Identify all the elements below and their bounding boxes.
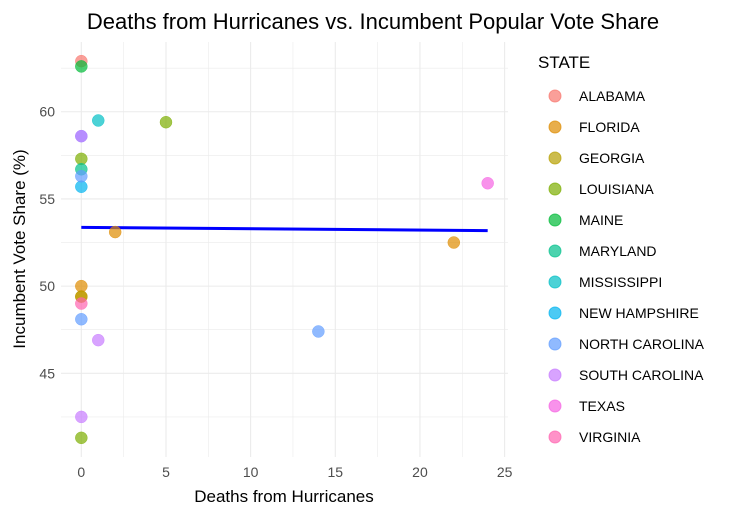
x-tick-label: 10	[243, 464, 259, 480]
data-point	[92, 114, 105, 127]
data-point	[75, 431, 88, 445]
data-point	[75, 180, 88, 193]
data-point	[312, 325, 325, 338]
legend-label: LOUISIANA	[579, 181, 654, 197]
legend-key	[548, 120, 562, 134]
data-point	[75, 170, 88, 183]
data-point	[92, 333, 105, 347]
x-tick-label: 20	[412, 464, 428, 480]
data-point	[447, 236, 461, 249]
legend-key	[548, 275, 562, 289]
legend-key	[548, 151, 562, 165]
y-tick-label: 50	[39, 278, 55, 294]
data-point	[159, 115, 173, 129]
legend-label: SOUTH CAROLINA	[579, 367, 704, 383]
y-axis-ticks: 45 50 55 60	[39, 104, 55, 382]
legend-key	[548, 89, 562, 103]
scatter-chart: Deaths from Hurricanes vs. Incumbent Pop…	[10, 9, 705, 506]
legend-key	[548, 430, 562, 444]
data-point	[75, 312, 88, 326]
x-tick-label: 5	[162, 464, 170, 480]
legend-title: STATE	[538, 53, 590, 72]
legend-label: TEXAS	[579, 398, 625, 414]
data-point	[481, 176, 494, 190]
legend-label: FLORIDA	[579, 119, 640, 135]
x-axis-ticks: 0 5 10 15 20 25	[77, 464, 512, 480]
chart-title: Deaths from Hurricanes vs. Incumbent Pop…	[87, 9, 659, 34]
data-point	[75, 410, 88, 424]
trendline	[81, 225, 488, 233]
legend-key	[548, 399, 562, 413]
grid	[61, 42, 508, 457]
legend-label: GEORGIA	[579, 150, 645, 166]
data-point	[108, 225, 122, 239]
legend-key	[548, 337, 562, 351]
points-layer	[75, 54, 494, 445]
x-tick-label: 25	[497, 464, 513, 480]
legend-key	[548, 244, 562, 258]
legend-label: MARYLAND	[579, 243, 657, 259]
legend: STATE ALABAMA FLORIDA GEORGIA LOUISIANA MAIN…	[538, 53, 705, 445]
y-axis-label: Incumbent Vote Share (%)	[10, 149, 29, 348]
x-tick-label: 15	[328, 464, 344, 480]
data-point	[75, 129, 88, 143]
trendline-layer	[81, 225, 488, 233]
legend-label: MAINE	[579, 212, 623, 228]
y-tick-label: 60	[39, 104, 55, 120]
legend-key	[548, 213, 562, 227]
x-axis-label: Deaths from Hurricanes	[194, 487, 374, 506]
data-point	[75, 279, 88, 293]
legend-label: ALABAMA	[579, 88, 646, 104]
x-tick-label: 0	[77, 464, 85, 480]
y-tick-label: 55	[39, 191, 55, 207]
data-point	[75, 297, 88, 310]
legend-label: NORTH CAROLINA	[579, 336, 705, 352]
legend-key	[548, 306, 562, 320]
legend-key	[548, 368, 562, 382]
legend-key	[548, 182, 562, 196]
data-point	[75, 152, 88, 166]
legend-label: NEW HAMPSHIRE	[579, 305, 699, 321]
y-tick-label: 45	[39, 365, 55, 381]
legend-label: MISSISSIPPI	[579, 274, 662, 290]
data-point	[75, 60, 88, 73]
legend-label: VIRGINIA	[579, 429, 641, 445]
